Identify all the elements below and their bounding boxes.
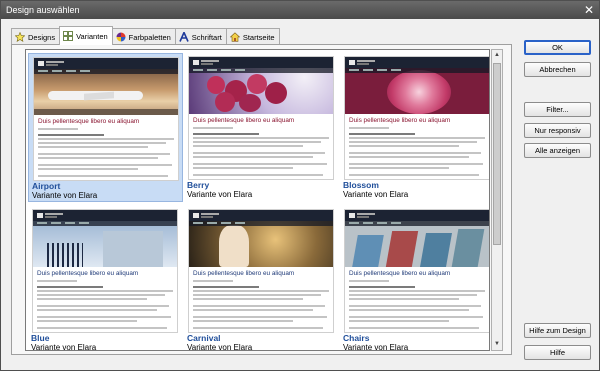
- ok-button[interactable]: OK: [524, 40, 591, 55]
- tab-panel: Duis pellentesque libero eu aliquam Airpo…: [11, 44, 512, 355]
- cancel-button[interactable]: Abbrechen: [524, 62, 591, 77]
- variant-name: Airport: [32, 181, 61, 191]
- preview-navbar: [189, 57, 333, 68]
- tab-startseite[interactable]: Startseite: [225, 28, 280, 45]
- preview-heading: Duis pellentesque libero eu aliquam: [37, 270, 139, 277]
- variant-item[interactable]: Duis pellentesque libero eu aliquam Blue V…: [28, 206, 183, 351]
- preview-heading: Duis pellentesque libero eu aliquam: [349, 117, 451, 124]
- variant-preview: Duis pellentesque libero eu aliquam: [188, 56, 334, 180]
- variant-item[interactable]: Duis pellentesque libero eu aliquam Chair…: [340, 206, 489, 351]
- tab-bar: Designs Varianten Farbpaletten Schriftar…: [11, 26, 280, 45]
- variant-subtitle: Variante von Elara: [187, 343, 253, 351]
- variant-name: Carnival: [187, 333, 221, 343]
- preview-heading: Duis pellentesque libero eu aliquam: [38, 118, 140, 125]
- variant-subtitle: Variante von Elara: [343, 343, 409, 351]
- star-icon: [15, 32, 25, 42]
- tab-designs[interactable]: Designs: [11, 28, 61, 45]
- variant-name: Chairs: [343, 333, 370, 343]
- preview-navbar: [345, 210, 489, 221]
- variant-item[interactable]: Duis pellentesque libero eu aliquam Airpo…: [28, 53, 183, 202]
- variant-subtitle: Variante von Elara: [343, 190, 409, 199]
- variant-preview: Duis pellentesque libero eu aliquam: [33, 57, 179, 181]
- preview-navbar: [34, 58, 178, 69]
- variant-subtitle: Variante von Elara: [31, 343, 97, 351]
- gallery-scrollbar[interactable]: ▲ ▼: [491, 49, 503, 351]
- preview-navbar: [345, 57, 489, 68]
- title-bar: Design auswählen ✕: [1, 1, 599, 19]
- responsive-only-button[interactable]: Nur responsiv: [524, 123, 591, 138]
- tab-schriftart-label: Schriftart: [191, 32, 222, 42]
- variant-preview: Duis pellentesque libero eu aliquam: [344, 56, 489, 180]
- preview-navbar: [33, 210, 177, 221]
- tab-farbpaletten[interactable]: Farbpaletten: [111, 28, 176, 45]
- tab-varianten[interactable]: Varianten: [59, 26, 113, 45]
- help-button[interactable]: Hilfe: [524, 345, 591, 360]
- tab-varianten-label: Varianten: [76, 31, 108, 41]
- tab-schriftart[interactable]: Schriftart: [174, 28, 227, 45]
- close-icon[interactable]: ✕: [582, 3, 596, 17]
- grid-icon: [63, 31, 74, 41]
- preview-hero-image: [345, 221, 489, 267]
- variant-subtitle: Variante von Elara: [32, 191, 98, 200]
- preview-navbar: [189, 210, 333, 221]
- design-help-button[interactable]: Hilfe zum Design: [524, 323, 591, 338]
- variant-preview: Duis pellentesque libero eu aliquam: [32, 209, 178, 333]
- preview-heading: Duis pellentesque libero eu aliquam: [193, 270, 295, 277]
- preview-heading: Duis pellentesque libero eu aliquam: [349, 270, 451, 277]
- variant-name: Blue: [31, 333, 50, 343]
- variant-item[interactable]: Duis pellentesque libero eu aliquam Carni…: [184, 206, 339, 351]
- font-icon: [179, 32, 189, 42]
- variant-item[interactable]: Duis pellentesque libero eu aliquam Berry…: [184, 53, 339, 202]
- variant-name: Blossom: [343, 180, 379, 190]
- variant-item[interactable]: Duis pellentesque libero eu aliquam Bloss…: [340, 53, 489, 202]
- variant-preview: Duis pellentesque libero eu aliquam: [188, 209, 334, 333]
- scroll-down-icon[interactable]: ▼: [492, 339, 502, 350]
- window-title: Design auswählen: [6, 5, 80, 15]
- variant-gallery[interactable]: Duis pellentesque libero eu aliquam Airpo…: [25, 49, 490, 351]
- variant-preview: Duis pellentesque libero eu aliquam: [344, 209, 489, 333]
- scrollbar-thumb[interactable]: [493, 63, 501, 245]
- variant-name: Berry: [187, 180, 210, 190]
- home-icon: [229, 32, 240, 42]
- preview-hero-image: [33, 221, 177, 267]
- design-dialog: Design auswählen ✕ Designs Varianten Far…: [0, 0, 600, 371]
- tab-startseite-label: Startseite: [242, 32, 275, 42]
- filter-button[interactable]: Filter...: [524, 102, 591, 117]
- preview-hero-image: [189, 221, 333, 267]
- tab-farbpaletten-label: Farbpaletten: [128, 32, 171, 42]
- scroll-up-icon[interactable]: ▲: [492, 50, 502, 61]
- variant-subtitle: Variante von Elara: [187, 190, 253, 199]
- tab-designs-label: Designs: [28, 32, 56, 42]
- show-all-button[interactable]: Alle anzeigen: [524, 143, 591, 158]
- preview-hero-image: [34, 69, 178, 115]
- preview-heading: Duis pellentesque libero eu aliquam: [193, 117, 295, 124]
- preview-hero-image: [345, 68, 489, 114]
- color-palette-icon: [116, 32, 126, 42]
- preview-hero-image: [189, 68, 333, 114]
